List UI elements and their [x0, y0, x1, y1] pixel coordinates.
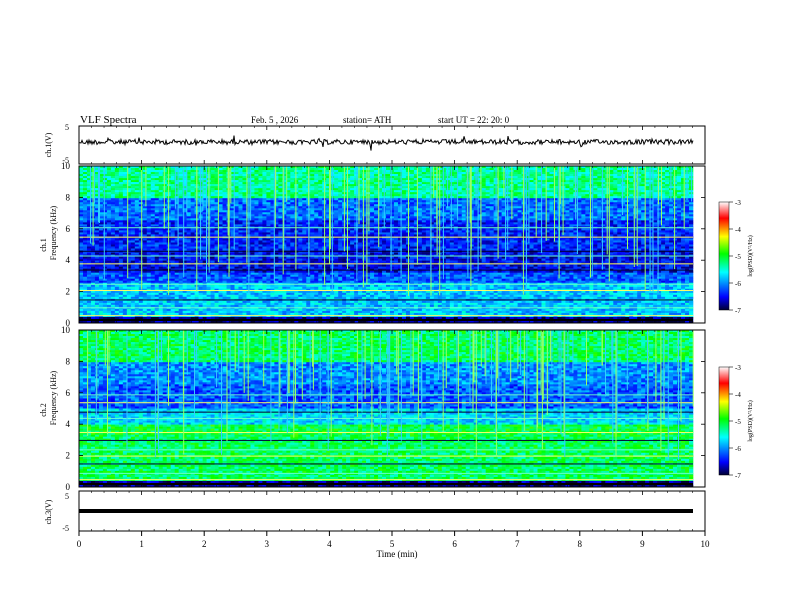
frequency-tick-label: 2	[66, 451, 71, 461]
colorbar-tick-label: -5	[735, 418, 741, 426]
ch3-ylabel: ch.3(V)	[44, 499, 53, 524]
date-label: Feb. 5 , 2026	[251, 115, 299, 125]
ch1-waveform-line	[79, 136, 693, 151]
time-axis-label: Time (min)	[377, 549, 418, 559]
frequency-tick-label: 10	[61, 325, 71, 335]
time-tick-label: 2	[202, 539, 207, 549]
colorbar-tick-label: -6	[735, 445, 741, 453]
colorbar-tick-label: -6	[735, 280, 741, 288]
vlf-spectra-figure: VLF Spectra Feb. 5 , 2026 station= ATH s…	[0, 0, 792, 612]
frequency-tick-label: 2	[66, 287, 71, 297]
time-tick-label: 7	[515, 539, 520, 549]
frequency-tick-label: 0	[66, 482, 71, 492]
start-time-label: start UT = 22: 20: 0	[438, 115, 510, 125]
frequency-tick-label: 10	[61, 161, 71, 171]
time-tick-label: 6	[452, 539, 457, 549]
station-label: station= ATH	[343, 115, 392, 125]
frequency-tick-label: 4	[66, 419, 71, 429]
ch1-waveform-panel: 5 -5 ch.1(V)	[44, 123, 705, 165]
ch1-channel-label: ch.1	[39, 238, 48, 252]
colorbar-tick-label: -4	[735, 226, 741, 234]
time-tick-label: 10	[701, 539, 711, 549]
ch2-frequency-label: Frequency (kHz)	[49, 370, 58, 425]
figure-title: VLF Spectra	[80, 114, 137, 126]
ch3-ytick-bottom: -5	[62, 524, 69, 533]
colorbar-tick-label: -5	[735, 253, 741, 261]
ch1-frequency-label: Frequency (kHz)	[49, 205, 58, 260]
frequency-tick-label: 8	[66, 192, 71, 202]
time-tick-label: 1	[139, 539, 144, 549]
time-tick-label: 3	[265, 539, 270, 549]
frequency-tick-label: 6	[66, 224, 71, 234]
ch1-ylabel: ch.1(V)	[44, 132, 53, 157]
colorbar-tick-label: -3	[735, 199, 741, 207]
ch2-colorbar: -3 -4 -5 -6 -7 log(PSD)(V²/Hz)	[719, 364, 754, 480]
ch2-spectrogram-panel: 0 2 4 6 8 10 ch.2 Frequency (kHz)	[39, 325, 705, 492]
frequency-tick-label: 4	[66, 255, 71, 265]
ch2-spectrogram-image	[79, 330, 694, 487]
colorbar-tick-label: -7	[735, 307, 741, 315]
ch1-spectrogram-panel: 0246810 ch.1 Frequency (kHz)	[39, 161, 705, 328]
time-tick-label: 0	[77, 539, 82, 549]
ch1-colorbar-label: log(PSD)(V²/Hz)	[747, 235, 754, 276]
frequency-tick-label: 6	[66, 388, 71, 398]
ch1-spectrogram-image	[79, 166, 693, 323]
time-tick-label: 9	[640, 539, 645, 549]
time-tick-label: 5	[390, 539, 395, 549]
ch2-colorbar-label: log(PSD)(V²/Hz)	[747, 400, 754, 441]
ch3-ytick-top: 5	[65, 492, 69, 501]
ch1-ytick-top: 5	[65, 123, 69, 132]
time-tick-label: 4	[327, 539, 332, 549]
ch1-colorbar: -3 -4 -5 -6 -7 log(PSD)(V²/Hz)	[719, 199, 754, 315]
time-tick-label: 8	[578, 539, 583, 549]
colorbar-tick-label: -3	[735, 364, 741, 372]
ch3-waveform-panel: 5 -5 ch.3(V)	[44, 491, 705, 533]
ch2-channel-label: ch.2	[39, 403, 48, 417]
colorbar-tick-label: -7	[735, 472, 741, 480]
frequency-tick-label: 8	[66, 356, 71, 366]
colorbar-tick-label: -4	[735, 391, 741, 399]
ch3-waveform-line	[79, 509, 693, 513]
